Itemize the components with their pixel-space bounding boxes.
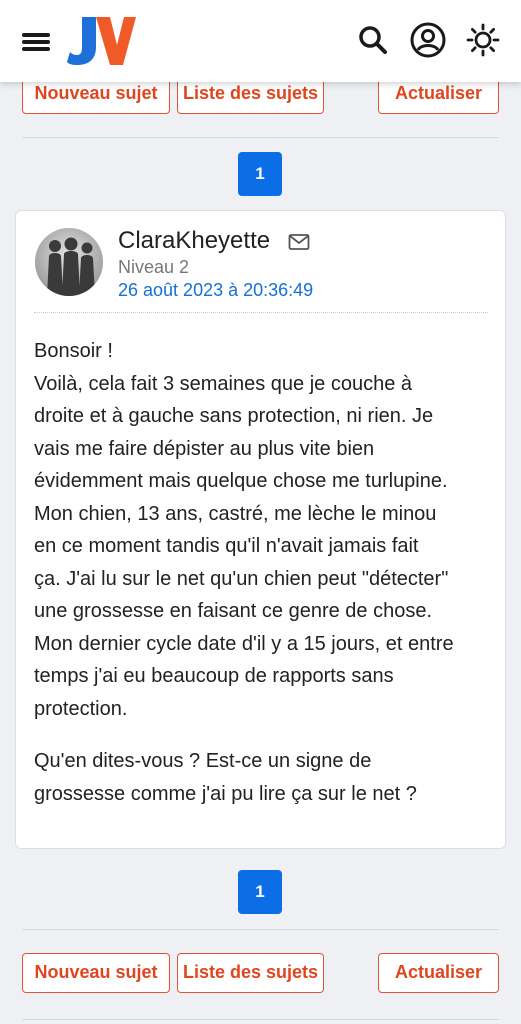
topic-list-button-bottom[interactable]: Liste des sujets <box>177 953 324 993</box>
forum-post-card: ClaraKheyette Niveau 2 26 août 2023 à 20… <box>15 210 506 849</box>
post-paragraph-2: Qu'en dites-vous ? Est-ce un signe de gr… <box>34 745 500 810</box>
divider <box>22 1019 499 1020</box>
sun-icon[interactable] <box>465 22 501 58</box>
jv-logo[interactable] <box>66 15 136 67</box>
mail-icon[interactable] <box>288 233 310 251</box>
post-paragraph-1: Bonsoir ! Voilà, cela fait 3 semaines qu… <box>34 335 500 725</box>
pagination-page-1-bottom[interactable]: 1 <box>238 870 282 914</box>
pagination-page-1[interactable]: 1 <box>238 152 282 196</box>
post-body: Bonsoir ! Voilà, cela fait 3 semaines qu… <box>34 335 500 830</box>
text-line: évidemment mais quelque chose me turlupi… <box>34 470 448 492</box>
text-line: Mon dernier cycle date d'il y a 15 jours… <box>34 632 454 655</box>
text-line: une grossesse en faisant ce genre de cho… <box>34 600 433 622</box>
new-topic-button-bottom[interactable]: Nouveau sujet <box>22 953 170 993</box>
author-level: Niveau 2 <box>118 257 190 277</box>
text-line: grossesse comme j'ai pu lire ça sur le n… <box>34 782 417 805</box>
text-line: Voilà, cela fait 3 semaines que je couch… <box>34 372 413 395</box>
text-line: Bonsoir ! <box>34 340 113 362</box>
text-line: Mon chien, 13 ans, castré, me lèche le m… <box>34 502 437 525</box>
text-line: protection. <box>34 697 128 720</box>
top-header <box>0 0 521 82</box>
avatar[interactable] <box>35 228 103 296</box>
post-date-link[interactable]: 26 août 2023 à 20:36:49 <box>118 280 313 301</box>
user-account-icon[interactable] <box>410 22 446 58</box>
text-line: vais me faire dépister au plus vite bien <box>34 437 375 460</box>
hamburger-menu-icon[interactable] <box>22 30 50 52</box>
text-line: Qu'en dites-vous ? Est-ce un signe de <box>34 750 372 772</box>
text-line: droite et à gauche sans protection, ni r… <box>34 405 434 427</box>
refresh-button-bottom[interactable]: Actualiser <box>378 953 499 993</box>
post-author-name[interactable]: ClaraKheyette <box>118 227 270 255</box>
text-line: temps j'ai eu beaucoup de rapports sans <box>34 665 394 687</box>
text-line: en ce moment tandis qu'il n'avait jamais… <box>34 535 419 557</box>
post-separator <box>34 312 488 313</box>
divider <box>22 929 499 930</box>
search-icon[interactable] <box>355 22 391 58</box>
text-line: ça. J'ai lu sur le net qu'un chien peut … <box>34 567 449 590</box>
divider <box>22 137 499 138</box>
